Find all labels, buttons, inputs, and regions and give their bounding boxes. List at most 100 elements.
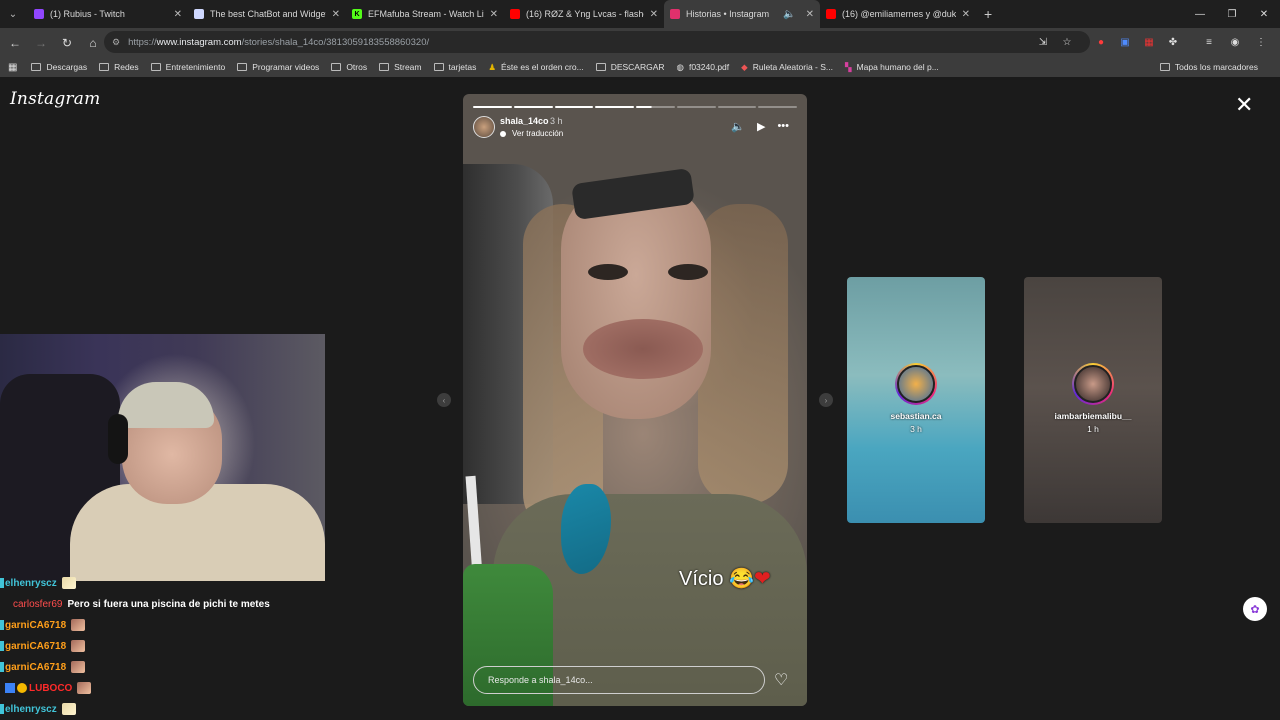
home-button[interactable]: ⌂	[81, 31, 105, 55]
folder-icon	[150, 63, 161, 71]
previous-story-button[interactable]: ‹	[437, 393, 451, 407]
tab-title: EFMafuba Stream - Watch Live	[368, 9, 484, 19]
progress-segment	[636, 106, 675, 108]
bookmark-folder[interactable]: DESCARGAR	[595, 62, 665, 72]
bookmark-label: Programar videos	[252, 62, 320, 72]
progress-segment	[513, 106, 553, 108]
bookmark-label: Otros	[346, 62, 368, 72]
next-story-username: sebastian.ca	[890, 411, 942, 421]
chat-username: elhenryscz	[5, 577, 57, 589]
reply-input[interactable]: Responde a shala_14co...	[473, 666, 765, 694]
profile-avatar-icon[interactable]: ◉	[1226, 34, 1244, 52]
tab-title: (1) Rubius - Twitch	[50, 9, 125, 19]
media-control-icon[interactable]: ≡	[1200, 34, 1218, 52]
minimize-button[interactable]: —	[1184, 0, 1216, 28]
reload-button[interactable]: ↻	[55, 31, 79, 55]
close-icon[interactable]: ✕	[174, 9, 182, 20]
tab-youtube-emilia[interactable]: (16) @emiliamernes y @duki e ✕	[820, 0, 976, 28]
like-heart-icon[interactable]: ♡	[774, 670, 788, 690]
folder-icon	[1159, 63, 1170, 71]
next-story-username: iambarbiemalibu__	[1054, 411, 1132, 421]
bookmark-folder[interactable]: Stream	[379, 62, 422, 72]
progress-segment	[554, 106, 594, 108]
bookmark-folder[interactable]: Otros	[331, 62, 367, 72]
speaker-icon[interactable]: 🔈	[783, 9, 795, 20]
youtube-icon	[826, 9, 836, 19]
avatar[interactable]	[473, 116, 495, 138]
bookmark-folder[interactable]: Redes	[99, 62, 139, 72]
bookmark-link[interactable]: ◆ Ruleta Aleatoria - S...	[741, 62, 833, 73]
progress-segment	[758, 106, 797, 108]
apps-grid-icon[interactable]: ▦	[8, 62, 17, 73]
avatar	[897, 365, 935, 403]
chatbot-icon	[194, 9, 204, 19]
close-icon[interactable]: ✕	[962, 9, 970, 20]
chat-username: carlosfer69	[13, 598, 63, 610]
bookmark-label: Descargas	[46, 62, 88, 72]
window-controls: — ❐ ✕	[1184, 0, 1280, 28]
story-username[interactable]: shala_14co	[500, 116, 549, 126]
bookmark-star-icon[interactable]: ☆	[1058, 34, 1076, 52]
install-app-icon[interactable]: ⇲	[1034, 34, 1052, 52]
more-options-icon[interactable]: •••	[777, 120, 789, 133]
folder-icon	[595, 63, 606, 71]
bookmark-folder[interactable]: Programar videos	[237, 62, 319, 72]
translate-extension-icon[interactable]: ▣	[1116, 34, 1134, 52]
badge-icon	[0, 578, 4, 588]
tab-search-icon[interactable]: ⌄	[2, 3, 24, 25]
bookmark-link[interactable]: ♟ Éste es el orden cro...	[488, 62, 583, 73]
extensions-puzzle-icon[interactable]: ✤	[1164, 34, 1182, 52]
close-icon[interactable]: ✕	[490, 9, 498, 20]
close-icon[interactable]: ✕	[650, 9, 658, 20]
bookmark-label: Mapa humano del p...	[856, 62, 939, 72]
bookmark-folder[interactable]: Descargas	[31, 62, 87, 72]
bookmark-label: DESCARGAR	[610, 62, 665, 72]
story-card[interactable]: shala_14co 3 h Ver traducción 🔈 ▶ ••• Ví…	[463, 94, 807, 706]
play-icon[interactable]: ▶	[757, 120, 765, 133]
emote-icon	[71, 640, 86, 652]
close-story-button[interactable]: ✕	[1235, 94, 1253, 116]
new-tab-button[interactable]: +	[984, 6, 992, 22]
next-story-time: 1 h	[1087, 424, 1099, 434]
next-story-preview[interactable]: iambarbiemalibu__ 1 h	[1024, 277, 1162, 523]
bookmark-link[interactable]: ◍ f03240.pdf	[677, 62, 730, 73]
tab-kick[interactable]: K EFMafuba Stream - Watch Live ✕	[346, 0, 504, 28]
badge-icon	[0, 641, 4, 651]
bookmark-folder[interactable]: tarjetas	[433, 62, 476, 72]
all-bookmarks-folder[interactable]: Todos los marcadores	[1159, 62, 1258, 72]
next-story-preview[interactable]: sebastian.ca 3 h	[847, 277, 985, 523]
bookmark-folder[interactable]: Entretenimiento	[150, 62, 225, 72]
progress-segment	[473, 106, 512, 108]
bookmark-link[interactable]: ▚ Mapa humano del p...	[845, 62, 939, 73]
close-icon[interactable]: ✕	[332, 9, 340, 20]
folder-icon	[433, 63, 444, 71]
instagram-logo[interactable]: Instagram	[10, 89, 100, 109]
instagram-icon	[670, 9, 680, 19]
translate-label: Ver traducción	[512, 129, 564, 138]
tab-instagram[interactable]: Historias • Instagram 🔈 ✕	[664, 0, 820, 28]
forward-button[interactable]: →	[29, 31, 53, 55]
volume-icon[interactable]: 🔈	[731, 120, 745, 133]
browser-menu-icon[interactable]: ⋮	[1252, 34, 1270, 52]
tab-youtube-roz[interactable]: (16) RØZ & Yng Lvcas - flashes ✕	[504, 0, 664, 28]
back-button[interactable]: ←	[3, 31, 27, 55]
extension-icon[interactable]: ▦	[1140, 34, 1158, 52]
webcam-image-part	[108, 414, 128, 464]
extension-icon[interactable]: ●	[1092, 34, 1110, 52]
bookmark-label: Stream	[394, 62, 422, 72]
next-story-button[interactable]: ›	[819, 393, 833, 407]
progress-segment	[595, 106, 634, 108]
site-info-icon[interactable]: ⚙	[112, 37, 120, 48]
chat-message: LUBOCO	[5, 680, 92, 696]
restore-button[interactable]: ❐	[1216, 0, 1248, 28]
badge-icon	[17, 683, 27, 693]
address-bar[interactable]: ⚙ https://www.instagram.com/stories/shal…	[104, 31, 1090, 53]
tab-twitch[interactable]: (1) Rubius - Twitch ✕	[28, 0, 188, 28]
tab-chatbot[interactable]: The best ChatBot and Widgets ✕	[188, 0, 346, 28]
translate-link[interactable]: Ver traducción	[500, 129, 563, 138]
laughing-emoji: 😂	[729, 568, 754, 590]
close-icon[interactable]: ✕	[806, 9, 814, 20]
window-close-button[interactable]: ✕	[1248, 0, 1280, 28]
assistant-button[interactable]: ✿	[1243, 597, 1267, 621]
url-path: /stories/shala_14co/3813059183558860320/	[241, 36, 430, 48]
